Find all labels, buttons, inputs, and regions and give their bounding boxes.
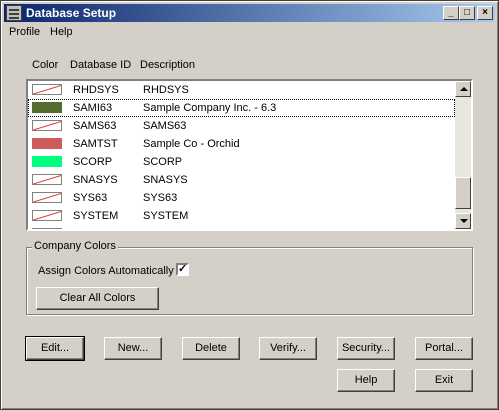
verify-button-label: Verify...: [270, 342, 306, 354]
delete-button-label: Delete: [195, 342, 227, 354]
color-swatch: [32, 192, 62, 203]
close-icon: ×: [482, 7, 488, 18]
list-item[interactable]: SYSTEM SYSTEM: [28, 207, 455, 225]
color-swatch: [32, 102, 62, 113]
database-id: SAMTST: [73, 138, 118, 150]
list-item[interactable]: SAMTST Sample Co - Orchid: [28, 135, 455, 153]
menu-help-label: Help: [50, 26, 73, 38]
title-bar[interactable]: Database Setup _ □ ×: [4, 4, 495, 22]
menu-profile[interactable]: Profile: [9, 26, 40, 38]
menu-profile-label: Profile: [9, 26, 41, 38]
list-item[interactable]: SAMS63 SAMS63: [28, 117, 455, 135]
security-button[interactable]: Security...: [337, 337, 395, 360]
color-swatch: [32, 156, 62, 167]
checkmark-icon: ✓: [178, 263, 188, 275]
portal-button[interactable]: Portal...: [415, 337, 473, 360]
edit-button-label: Edit...: [40, 342, 70, 354]
menu-bar: Profile Help: [4, 24, 495, 42]
database-id: RHDSYS: [73, 84, 119, 96]
verify-button[interactable]: Verify...: [259, 337, 317, 360]
list-item[interactable]: VCC VISTA COMMUNITY CLINIC: [28, 225, 455, 229]
vertical-scrollbar[interactable]: [455, 81, 471, 229]
list-item[interactable]: RHDSYS RHDSYS: [28, 81, 455, 99]
clear-all-colors-label: Clear All Colors: [59, 292, 136, 304]
database-description: RHDSYS: [143, 84, 189, 96]
list-item[interactable]: SCORP SCORP: [28, 153, 455, 171]
list-item[interactable]: SYS63 SYS63: [28, 189, 455, 207]
clear-all-colors-button[interactable]: Clear All Colors: [36, 287, 159, 310]
database-id: SCORP: [73, 156, 113, 168]
edit-button[interactable]: Edit...: [25, 336, 85, 361]
color-swatch: [32, 228, 62, 229]
arrow-up-icon: [460, 87, 468, 91]
database-list[interactable]: RHDSYS RHDSYS SAMI63 Sample Company Inc. - …: [26, 79, 473, 231]
database-id: SAMI63: [73, 102, 113, 114]
database-id: SYSTEM: [73, 210, 119, 222]
scroll-thumb[interactable]: [455, 177, 471, 209]
scroll-down-button[interactable]: [455, 213, 471, 229]
database-description: Sample Company Inc. - 6.3: [143, 102, 277, 114]
help-button[interactable]: Help: [337, 369, 395, 392]
database-id: VCC: [73, 228, 96, 229]
database-description: SYS63: [143, 192, 178, 204]
database-description: VISTA COMMUNITY CLINIC: [143, 228, 283, 229]
minimize-icon: _: [448, 7, 454, 18]
help-button-label: Help: [354, 374, 378, 386]
database-description: SAMS63: [143, 120, 187, 132]
column-header-color: Color: [32, 59, 59, 71]
color-swatch: [32, 120, 62, 131]
assign-colors-checkbox[interactable]: ✓: [176, 263, 189, 276]
column-header-description: Description: [140, 59, 196, 71]
delete-button[interactable]: Delete: [182, 337, 240, 360]
arrow-down-icon: [460, 219, 468, 223]
maximize-icon: □: [463, 7, 471, 18]
database-description: SNASYS: [143, 174, 188, 186]
color-swatch: [32, 210, 62, 221]
close-button[interactable]: ×: [477, 6, 493, 20]
database-description: Sample Co - Orchid: [143, 138, 240, 150]
exit-button[interactable]: Exit: [415, 369, 473, 392]
color-swatch: [32, 174, 62, 185]
color-swatch: [32, 84, 62, 95]
exit-button-label: Exit: [434, 374, 454, 386]
new-button-label: New...: [117, 342, 149, 354]
list-item[interactable]: SNASYS SNASYS: [28, 171, 455, 189]
database-id: SYS63: [73, 192, 108, 204]
security-button-label: Security...: [341, 342, 391, 354]
list-item[interactable]: SAMI63 Sample Company Inc. - 6.3: [28, 99, 455, 117]
company-colors-label: Company Colors: [32, 240, 118, 252]
assign-colors-label: Assign Colors Automatically: [38, 265, 174, 277]
scroll-up-button[interactable]: [455, 81, 471, 97]
database-description: SYSTEM: [143, 210, 189, 222]
database-description: SCORP: [143, 156, 183, 168]
database-id: SAMS63: [73, 120, 117, 132]
minimize-button[interactable]: _: [443, 6, 459, 20]
column-header-database-id: Database ID: [70, 59, 132, 71]
portal-button-label: Portal...: [425, 342, 463, 354]
database-icon: [6, 5, 22, 21]
menu-help[interactable]: Help: [50, 26, 73, 38]
color-swatch: [32, 138, 62, 149]
new-button[interactable]: New...: [104, 337, 162, 360]
maximize-button[interactable]: □: [459, 6, 475, 20]
window-title: Database Setup: [26, 6, 117, 20]
database-id: SNASYS: [73, 174, 118, 186]
